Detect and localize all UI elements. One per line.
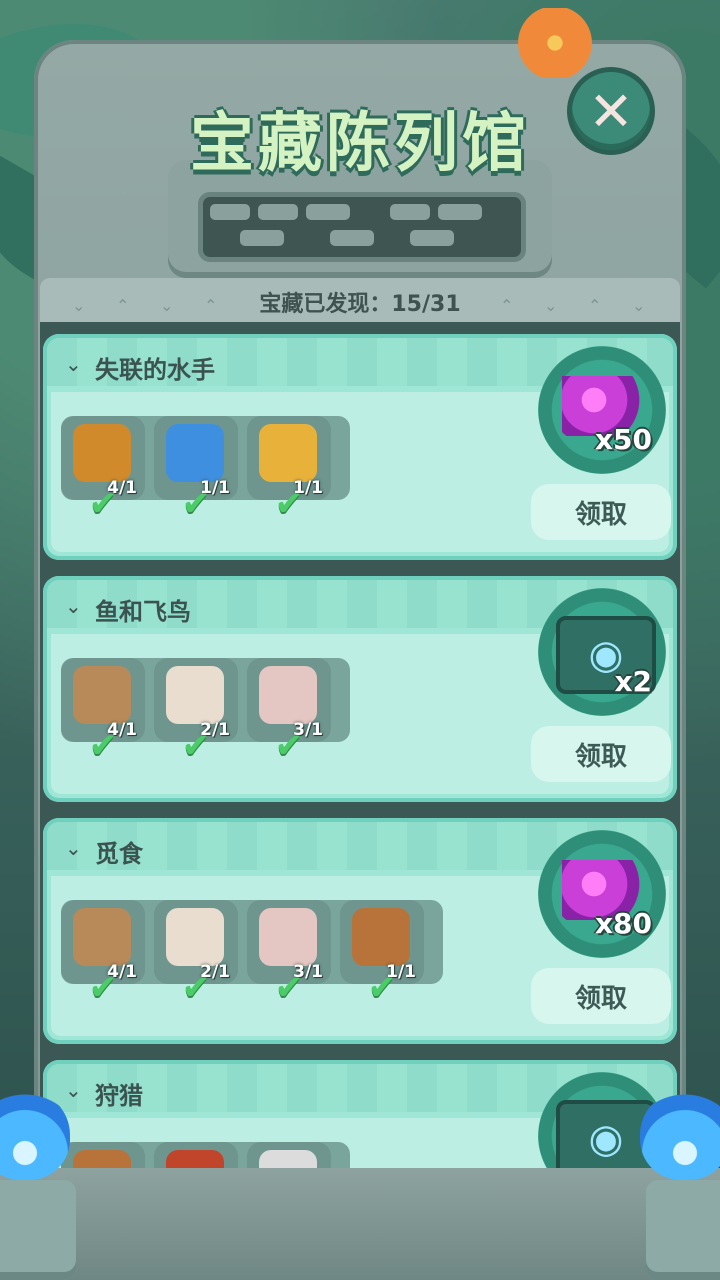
check-icon: ✔ [274,968,304,1008]
blue-flame-icon [640,1090,720,1180]
collapse-chevron-icon[interactable]: ⌄ [65,594,82,618]
brick [258,204,298,220]
brick [210,204,250,220]
claim-button[interactable]: 领取 [531,968,671,1024]
check-icon: ✔ [367,968,397,1008]
brick [438,204,482,220]
torch-base [646,1180,720,1280]
bird-skull-icon [259,908,317,966]
title-slot [198,192,526,262]
collapse-chevron-icon[interactable]: ⌄ [65,352,82,376]
check-icon: ✔ [181,968,211,1008]
close-button[interactable]: ✕ [572,72,650,150]
fish-fossil-icon [73,666,131,724]
blue-flame-icon [0,1090,70,1180]
collection-name: 觅食 [95,840,143,868]
tooth-necklace-icon [166,908,224,966]
meat-icon [166,1150,224,1168]
reward-badge: x50 [538,346,666,474]
reward-amount: x80 [594,907,652,940]
torch-right [630,1090,720,1280]
check-icon: ✔ [181,484,211,524]
collection-card: ⌄ 觅食 4/1 ✔ 2/1 ✔ 3/1 ✔ 1/1 ✔ x80 领取 [43,818,677,1044]
torch-left [0,1090,90,1280]
check-icon: ✔ [274,484,304,524]
check-icon: ✔ [88,968,118,1008]
compass-icon [166,424,224,482]
collection-card: ⌄ 狩猎 ◉ [43,1060,677,1168]
magnifier-icon [259,424,317,482]
close-icon: ✕ [588,79,634,143]
stone-floor [0,1168,720,1280]
check-icon: ✔ [181,726,211,766]
flower-decoration [505,8,605,78]
reward-amount: x50 [594,423,652,456]
reward-amount: x2 [614,665,652,698]
reward-badge: ◉ x2 [538,588,666,716]
brick [390,204,430,220]
collection-list[interactable]: ⌄ 失联的水手 4/1 ✔ 1/1 ✔ 1/1 ✔ x50 领取 ⌄ 鱼和飞鸟 4/1 ✔ 2/1 ✔ 3/1 ✔… [40,322,680,1168]
brick [306,204,350,220]
fish-fossil-icon [73,908,131,966]
reward-badge: x80 [538,830,666,958]
tooth-necklace-icon [166,666,224,724]
arrowhead-icon [259,1150,317,1168]
treasures-found-counter: 宝藏已发现：15/31 [259,292,461,317]
claim-button[interactable]: 领取 [531,484,671,540]
spyglass-icon [73,424,131,482]
check-icon: ✔ [274,726,304,766]
bird-skull-icon [259,666,317,724]
collection-card: ⌄ 失联的水手 4/1 ✔ 1/1 ✔ 1/1 ✔ x50 领取 [43,334,677,560]
collapse-chevron-icon[interactable]: ⌄ [65,836,82,860]
collection-card: ⌄ 鱼和飞鸟 4/1 ✔ 2/1 ✔ 3/1 ✔ ◉ x2 领取 [43,576,677,802]
collection-name: 鱼和飞鸟 [95,598,191,626]
collection-name: 失联的水手 [95,356,215,384]
torch-base [0,1180,76,1280]
slingshot-icon [352,908,410,966]
check-icon: ✔ [88,726,118,766]
collection-name: 狩猎 [95,1082,143,1110]
check-icon: ✔ [88,484,118,524]
brick [410,230,454,246]
brick [330,230,374,246]
claim-button[interactable]: 领取 [531,726,671,782]
brick [240,230,284,246]
treasure-slot[interactable] [247,1142,331,1168]
treasure-slot[interactable] [154,1142,238,1168]
